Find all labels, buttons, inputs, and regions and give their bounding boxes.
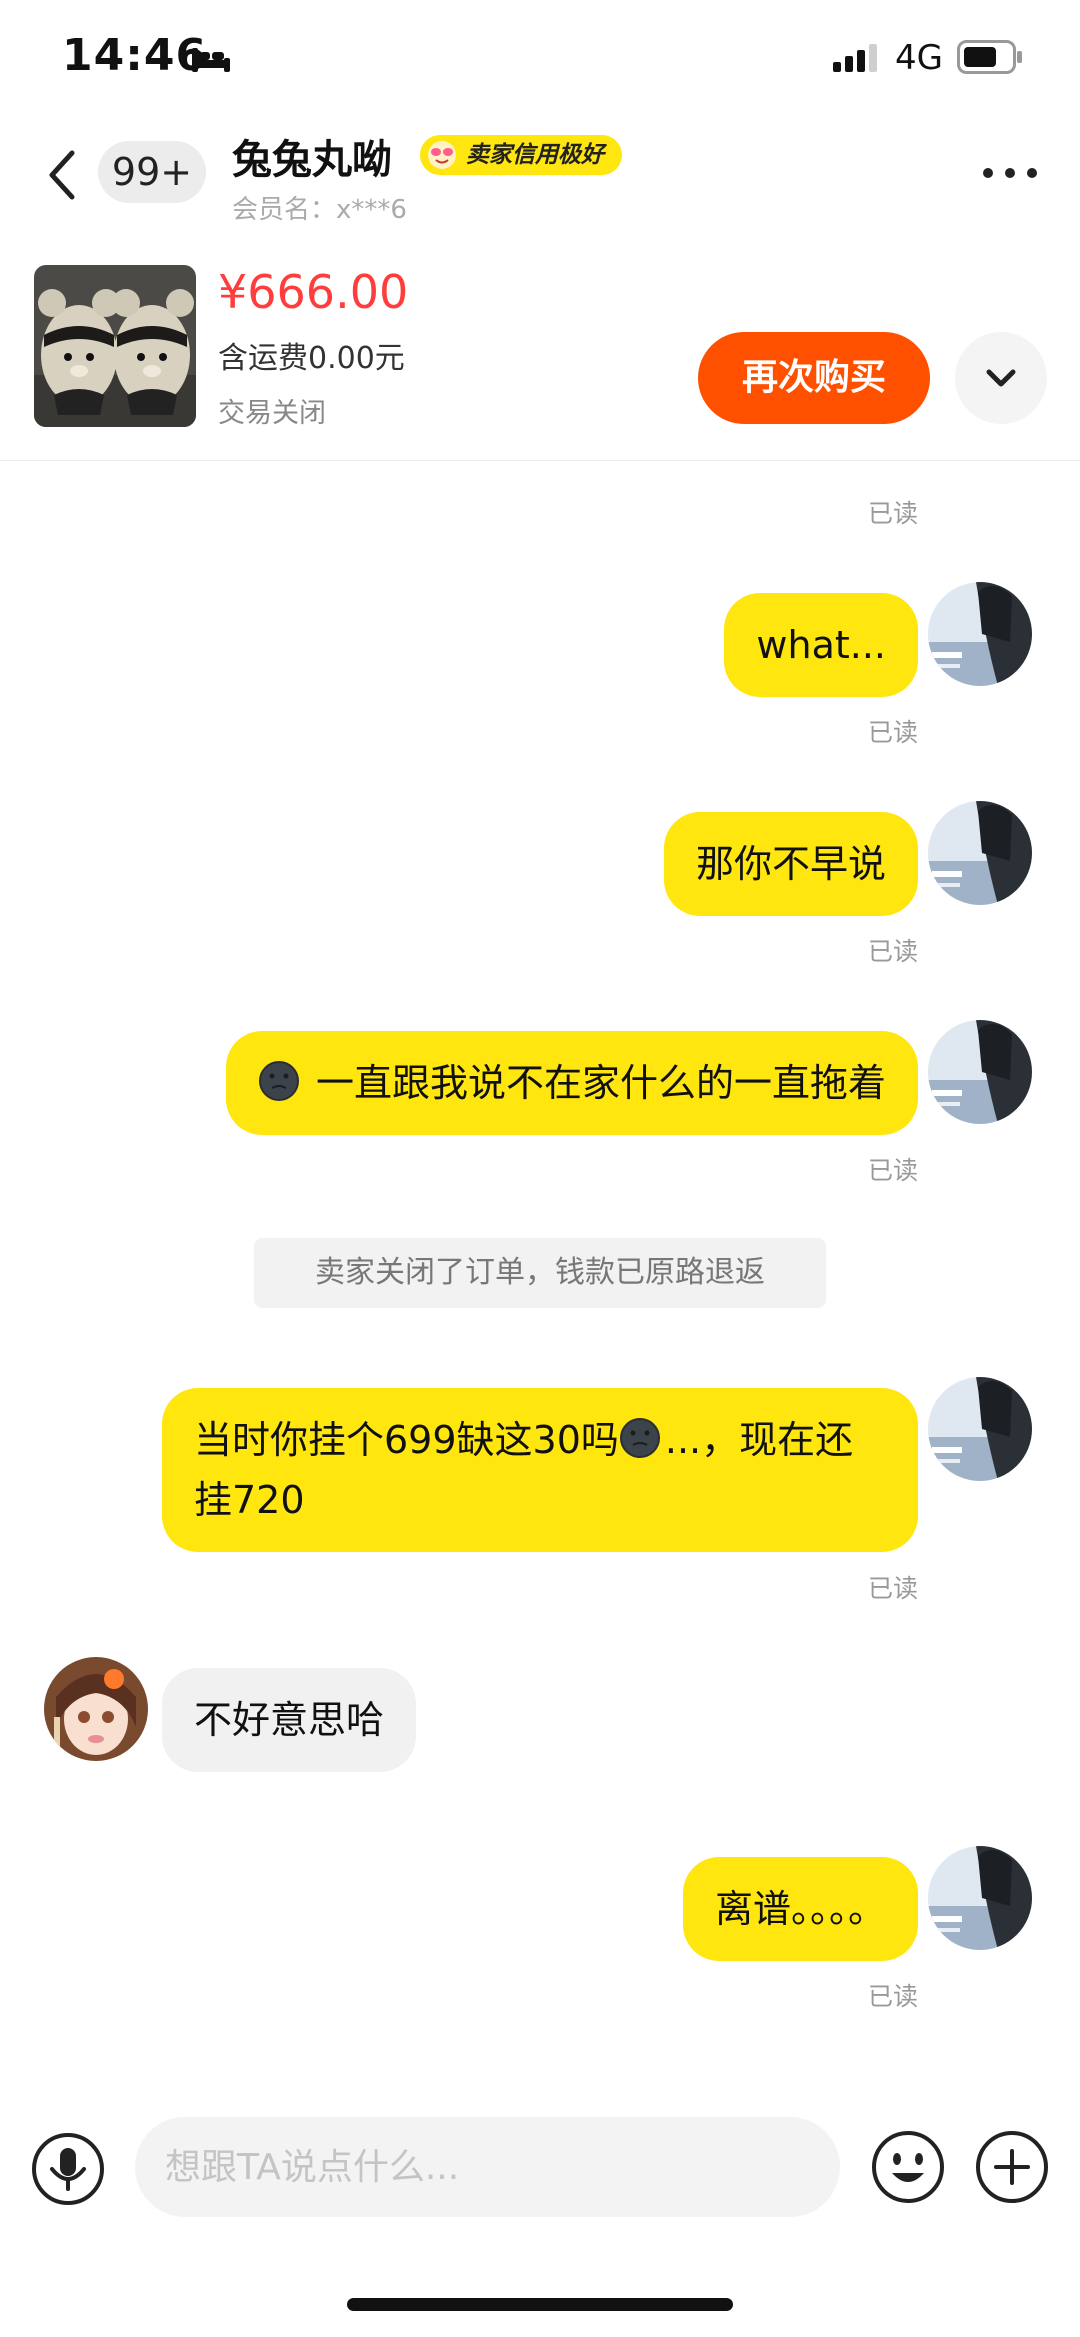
avatar[interactable] — [928, 1846, 1032, 1950]
seller-name[interactable]: 兔兔丸呦 — [232, 127, 392, 185]
signal-icon — [833, 44, 877, 72]
unread-count-badge[interactable]: 99+ — [98, 141, 206, 203]
chat-header: 99+ 兔兔丸呦 卖家信用极好 会员名：x***6 — [0, 115, 1080, 245]
battery-icon — [957, 40, 1022, 74]
read-receipt: 已读 — [867, 1156, 918, 1185]
product-card[interactable]: ¥666.00 含运费0.00元 交易关闭 再次购买 — [0, 245, 1080, 461]
chevron-down-icon — [986, 369, 1016, 387]
status-bar: 14:46 4G — [0, 0, 1080, 115]
expand-button[interactable] — [955, 332, 1047, 424]
back-icon[interactable] — [42, 145, 82, 205]
avatar[interactable] — [928, 582, 1032, 686]
product-price: ¥666.00 — [218, 265, 409, 319]
read-receipt: 已读 — [867, 499, 918, 528]
avatar[interactable] — [928, 1020, 1032, 1124]
message-bubble[interactable]: what... — [724, 593, 918, 697]
smiling-face-icon — [428, 141, 456, 169]
avatar[interactable] — [928, 801, 1032, 905]
message-bubble[interactable]: 那你不早说 — [663, 812, 918, 916]
product-shipping: 含运费0.00元 — [218, 341, 405, 376]
credit-badge: 卖家信用极好 — [420, 135, 622, 175]
avatar[interactable] — [928, 1377, 1032, 1481]
more-icon[interactable] — [980, 163, 1040, 183]
product-thumbnail[interactable] — [34, 265, 196, 427]
message-bubble[interactable]: 离谱。。。。 — [682, 1857, 918, 1961]
status-time: 14:46 — [62, 30, 208, 81]
dark-face-emoji-icon — [258, 1060, 300, 1102]
plus-icon[interactable] — [974, 2129, 1050, 2205]
message-text: 一直跟我说不在家什么的一直拖着 — [315, 1061, 886, 1105]
read-receipt: 已读 — [867, 937, 918, 966]
emoji-icon[interactable] — [870, 2129, 946, 2205]
message-bubble[interactable]: 一直跟我说不在家什么的一直拖着 — [225, 1031, 918, 1135]
chat-screen: 14:46 4G 99+ 兔兔丸呦 卖家信用极好 会员名：x***6 ¥666.… — [0, 0, 1080, 2337]
microphone-icon[interactable] — [30, 2131, 106, 2207]
message-input[interactable] — [135, 2117, 840, 2217]
seller-avatar[interactable] — [44, 1657, 148, 1761]
dark-face-emoji-icon — [619, 1417, 661, 1459]
read-receipt: 已读 — [867, 718, 918, 747]
message-bubble[interactable]: 不好意思哈 — [162, 1668, 417, 1772]
system-notice: 卖家关闭了订单，钱款已原路退返 — [254, 1238, 826, 1308]
message-text: 当时你挂个699缺这30吗 — [194, 1418, 619, 1462]
home-indicator[interactable] — [347, 2298, 733, 2311]
read-receipt: 已读 — [867, 1982, 918, 2011]
bed-icon — [192, 48, 230, 72]
credit-badge-label: 卖家信用极好 — [466, 142, 604, 168]
order-status: 交易关闭 — [218, 398, 326, 429]
member-label: 会员名：x***6 — [232, 195, 407, 225]
message-bubble[interactable]: 当时你挂个699缺这30吗 ...，现在还挂720 — [162, 1388, 918, 1552]
input-bar — [0, 2095, 1080, 2235]
buy-again-button[interactable]: 再次购买 — [698, 332, 930, 424]
network-label: 4G — [895, 38, 943, 78]
read-receipt: 已读 — [867, 1574, 918, 1603]
